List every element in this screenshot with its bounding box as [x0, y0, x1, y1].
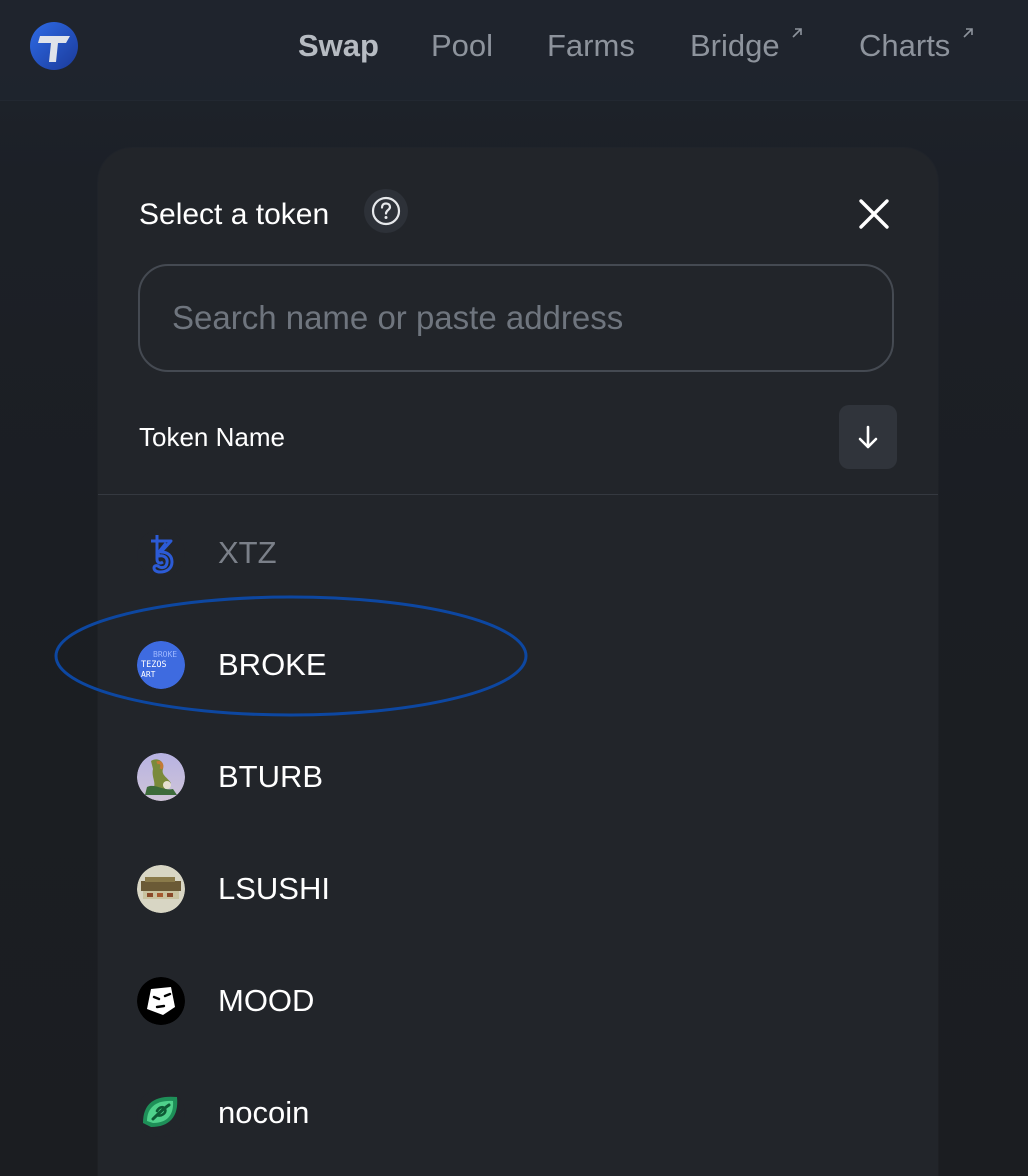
broke-icon-line-3: ART — [141, 670, 156, 679]
token-row-broke[interactable]: BROKE TEZOS ART BROKE — [98, 609, 938, 721]
divider — [98, 494, 938, 495]
broke-token-icon: BROKE TEZOS ART — [137, 641, 185, 689]
modal-title: Select a token — [139, 198, 330, 231]
lsushi-token-icon — [137, 865, 185, 913]
nav-farms[interactable]: Farms — [547, 28, 635, 64]
app-page: Swap Pool Farms Bridge Charts Select a t… — [0, 0, 1028, 1176]
token-row-nocoin[interactable]: nocoin — [98, 1057, 938, 1169]
token-row-bturb[interactable]: BTURB — [98, 721, 938, 833]
search-field — [138, 264, 894, 372]
nav-swap-label: Swap — [298, 28, 379, 63]
token-row-lsushi[interactable]: LSUSHI — [98, 833, 938, 945]
token-symbol: LSUSHI — [218, 871, 330, 906]
bturb-token-icon — [137, 753, 185, 801]
broke-icon-line-1: BROKE — [153, 650, 177, 659]
token-name-column-header: Token Name — [139, 422, 285, 452]
top-navigation-bar: Swap Pool Farms Bridge Charts — [0, 0, 1028, 101]
token-symbol: BROKE — [218, 647, 327, 682]
nocoin-token-icon — [137, 1089, 185, 1137]
broke-icon-line-2: TEZOS — [141, 660, 167, 670]
token-row-xtz[interactable]: XTZ — [98, 497, 938, 609]
tezos-icon — [137, 529, 185, 577]
nav-charts[interactable]: Charts — [859, 28, 975, 64]
token-symbol: MOOD — [218, 983, 315, 1018]
external-link-icon — [963, 28, 973, 38]
app-logo-icon[interactable] — [30, 22, 78, 70]
close-icon[interactable] — [854, 194, 894, 234]
token-symbol: nocoin — [218, 1095, 310, 1130]
nav-pool-label: Pool — [431, 28, 494, 63]
search-input[interactable] — [140, 266, 892, 370]
nav-bridge[interactable]: Bridge — [690, 28, 804, 64]
token-row-mood[interactable]: MOOD — [98, 945, 938, 1057]
sort-button[interactable] — [839, 405, 897, 469]
token-symbol: XTZ — [218, 535, 277, 570]
external-link-icon — [792, 28, 803, 38]
token-symbol: BTURB — [218, 759, 324, 794]
nav-farms-label: Farms — [547, 28, 635, 63]
nav-bridge-label: Bridge — [690, 28, 780, 63]
mood-token-icon — [137, 977, 185, 1025]
nav-swap[interactable]: Swap — [298, 28, 379, 64]
nav-pool[interactable]: Pool — [431, 28, 493, 64]
arrow-down-icon — [858, 425, 878, 449]
nav-charts-label: Charts — [859, 28, 951, 63]
help-icon[interactable] — [364, 189, 408, 233]
select-token-modal: Select a token Token Name — [98, 148, 938, 1176]
